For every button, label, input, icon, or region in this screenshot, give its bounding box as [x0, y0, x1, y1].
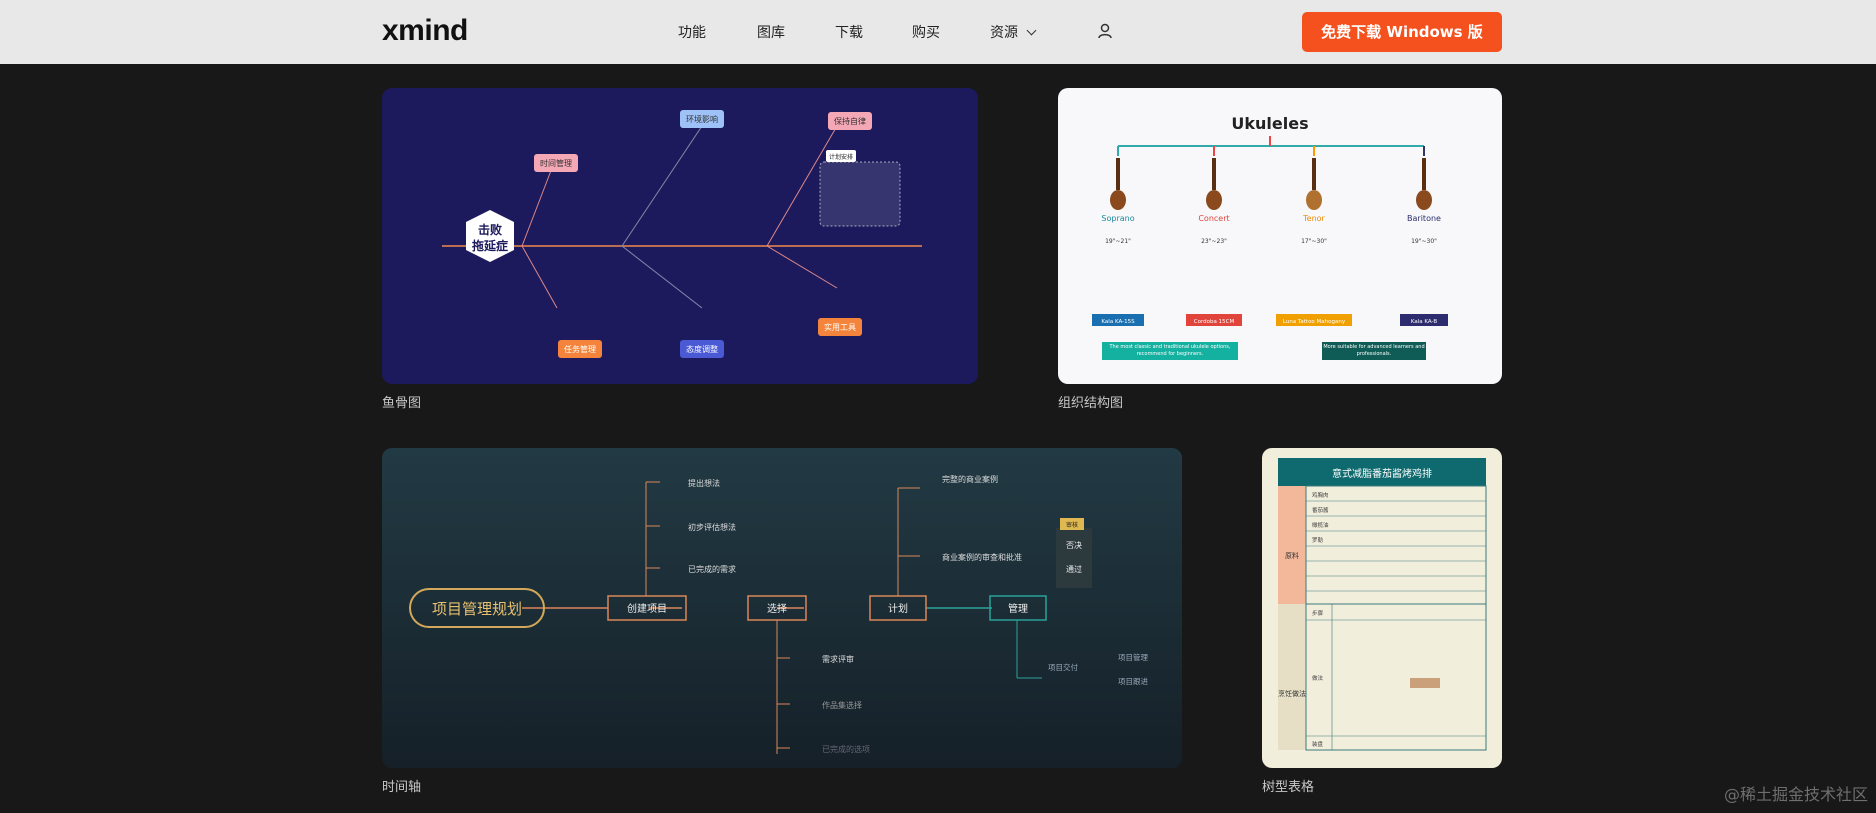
tl-decision-title: 审核 — [1066, 521, 1078, 529]
org-chart-diagram: Ukuleles Soprano Concert Tenor Baritone … — [1092, 114, 1448, 360]
tree-row-3: 橄榄油 — [1312, 521, 1329, 529]
tl-decision-pass: 通过 — [1066, 564, 1082, 574]
tl-top-left-3: 已完成的需求 — [688, 564, 736, 574]
org-type-tenor: Tenor — [1302, 214, 1325, 223]
nav-features[interactable]: 功能 — [678, 22, 706, 42]
fishbone-head-1: 击败 — [478, 222, 502, 237]
timeline-caption: 时间轴 — [382, 780, 422, 795]
fishbone-cat-2: 环境影响 — [686, 114, 718, 124]
tree-side-2: 烹饪做法 — [1278, 689, 1306, 698]
fishbone-head-2: 拖延症 — [472, 238, 508, 253]
tl-top-right-1: 完整的商业案例 — [942, 474, 998, 484]
org-type-concert: Concert — [1198, 214, 1229, 223]
timeline-card[interactable]: 项目管理规划 创建项目 选择 计划 管理 提出想法 初步评估想法 已完成的需求 … — [382, 448, 1182, 768]
nav-resources[interactable]: 资源 — [990, 22, 1037, 42]
download-windows-button[interactable]: 免费下载 Windows 版 — [1302, 12, 1502, 52]
org-model-4: Kala KA-B — [1411, 319, 1437, 325]
org-model-2: Cordoba 15CM — [1194, 319, 1235, 325]
fishbone-cat-6: 实用工具 — [824, 322, 856, 332]
fishbone-cat-5: 态度调整 — [686, 344, 718, 354]
org-title: Ukuleles — [1231, 114, 1308, 133]
tl-delivery-1: 项目管理 — [1118, 652, 1148, 662]
tl-bottom-3: 已完成的选项 — [822, 744, 870, 754]
tl-top-left-1: 提出想法 — [688, 478, 720, 488]
org-size-2: 23"~23" — [1201, 238, 1227, 245]
user-icon[interactable] — [1096, 22, 1114, 40]
tree-table-diagram: 意式减脂番茄酱烤鸡排 原料 烹饪做法 鸡胸肉 番茄酱 橄榄油 罗勒 步骤 做法 … — [1278, 458, 1487, 751]
timeline-diagram: 项目管理规划 创建项目 选择 计划 管理 提出想法 初步评估想法 已完成的需求 … — [409, 474, 1148, 754]
stage-create: 创建项目 — [627, 602, 667, 615]
org-model-3: Luna Tattoo Mahogany — [1283, 319, 1346, 325]
tree-row-2: 番茄酱 — [1312, 506, 1329, 514]
nav-gallery[interactable]: 图库 — [757, 22, 785, 42]
tl-bottom-1: 需求评审 — [822, 654, 854, 664]
top-nav: xmind 功能 图库 下载 购买 资源 免费下载 Windows 版 — [0, 0, 1876, 64]
tl-top-left-2: 初步评估想法 — [688, 522, 736, 532]
org-footer-2: More suitable for advanced learners and … — [1323, 344, 1425, 357]
fishbone-caption: 鱼骨图 — [382, 396, 422, 411]
tree-table-caption: 树型表格 — [1262, 780, 1315, 795]
org-chart-caption: 组织结构图 — [1058, 396, 1124, 411]
tl-delivery: 项目交付 — [1048, 662, 1078, 672]
fishbone-cat-3: 保持自律 — [834, 116, 866, 126]
chevron-down-icon — [1026, 25, 1037, 36]
org-type-soprano: Soprano — [1101, 214, 1134, 223]
org-size-1: 19"~21" — [1105, 238, 1131, 245]
xmind-logo[interactable]: xmind — [382, 14, 468, 48]
fishbone-sub-label: 计划安排 — [829, 153, 853, 161]
tree-title: 意式减脂番茄酱烤鸡排 — [1332, 467, 1432, 480]
tree-sub-1: 步骤 — [1312, 609, 1324, 617]
tl-top-right-2: 商业案例的审查和批准 — [942, 552, 1022, 562]
stage-manage: 管理 — [1008, 602, 1028, 615]
tl-delivery-2: 项目跟进 — [1118, 677, 1148, 686]
stage-select: 选择 — [767, 602, 787, 615]
tree-table-card[interactable]: 意式减脂番茄酱烤鸡排 原料 烹饪做法 鸡胸肉 番茄酱 橄榄油 罗勒 步骤 做法 … — [1262, 448, 1502, 768]
org-size-4: 19"~30" — [1411, 238, 1437, 245]
tree-sub-3: 装盘 — [1312, 740, 1324, 748]
org-model-1: Kala KA-15S — [1101, 319, 1135, 325]
fishbone-diagram: 击败 拖延症 时间管理 环境影响 保持自律 任务管理 态度调整 实用工具 计划安… — [442, 110, 922, 358]
tl-bottom-2: 作品集选择 — [822, 700, 862, 710]
nav-download[interactable]: 下载 — [835, 22, 863, 42]
nav-buy[interactable]: 购买 — [912, 22, 940, 42]
fishbone-card[interactable]: 击败 拖延症 时间管理 环境影响 保持自律 任务管理 态度调整 实用工具 计划安… — [382, 88, 978, 384]
org-footer-1: The most classic and traditional ukulele… — [1109, 344, 1231, 357]
fishbone-cat-1: 时间管理 — [540, 158, 572, 168]
tree-row-4: 罗勒 — [1312, 536, 1324, 544]
tl-decision-reject: 否决 — [1066, 540, 1082, 550]
stage-plan: 计划 — [888, 602, 908, 615]
nav-resources-label: 资源 — [990, 25, 1018, 41]
tree-side-1: 原料 — [1285, 551, 1299, 560]
org-chart-card[interactable]: Ukuleles Soprano Concert Tenor Baritone … — [1058, 88, 1502, 384]
timeline-root: 项目管理规划 — [432, 600, 522, 618]
tree-row-1: 鸡胸肉 — [1312, 491, 1329, 499]
tree-sub-2: 做法 — [1312, 674, 1324, 682]
watermark: @稀土掘金技术社区 — [1723, 785, 1868, 804]
fishbone-cat-4: 任务管理 — [564, 344, 596, 354]
org-type-baritone: Baritone — [1407, 214, 1441, 223]
org-size-3: 17"~30" — [1301, 238, 1327, 245]
